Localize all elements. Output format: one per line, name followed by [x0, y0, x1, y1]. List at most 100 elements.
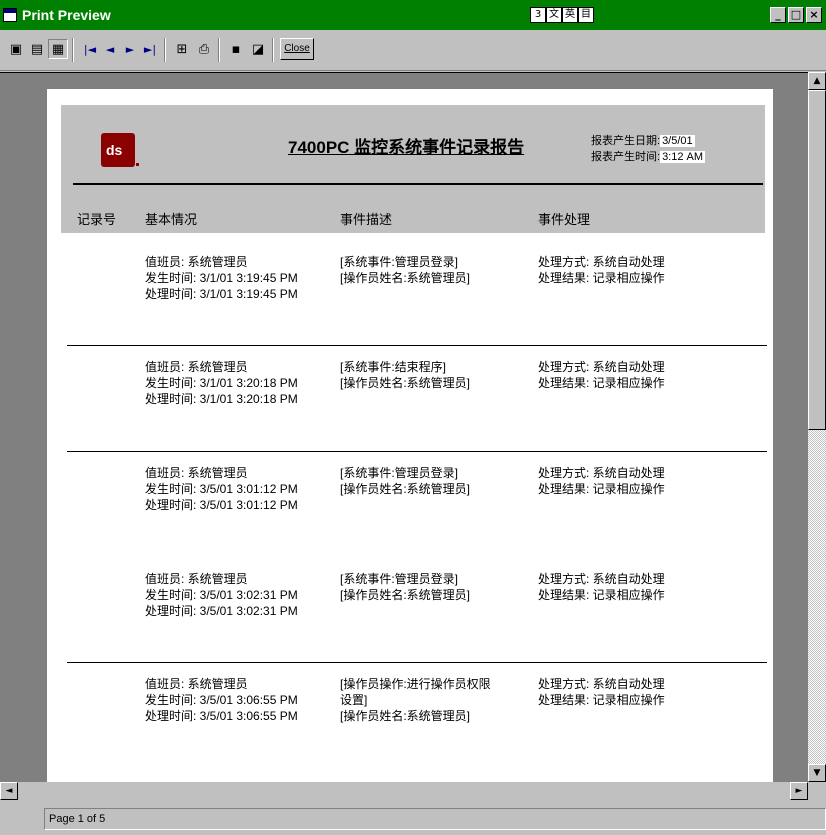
preview-area[interactable]: ds 7400PC 监控系统事件记录报告 报表产生日期: 3/5/01 报表产生时…	[0, 72, 808, 783]
close-window-button[interactable]: ×	[806, 7, 822, 23]
duty-officer: 值班员: 系统管理员	[145, 466, 248, 480]
handle-method: 处理方式: 系统自动处理	[538, 255, 665, 269]
handle-method: 处理方式: 系统自动处理	[538, 572, 665, 586]
scroll-corner	[808, 782, 826, 800]
record-handling: 处理方式: 系统自动处理 处理结果: 记录相应操作	[538, 571, 665, 603]
maximize-button[interactable]: □	[788, 7, 804, 23]
report-page: ds 7400PC 监控系统事件记录报告 报表产生日期: 3/5/01 报表产生时…	[47, 89, 773, 783]
multi-page-icon[interactable]: ▦	[48, 39, 68, 59]
toolbar-separator	[164, 38, 166, 62]
record-description: [系统事件:管理员登录] [操作员姓名:系统管理员]	[340, 571, 470, 603]
print-icon[interactable]: ⎙	[194, 39, 214, 59]
save-icon[interactable]: ▪	[226, 39, 246, 59]
close-preview-button[interactable]: Close	[280, 38, 314, 60]
two-page-icon[interactable]: ▤	[27, 39, 47, 59]
company-logo: ds	[101, 133, 135, 167]
record-basic: 值班员: 系统管理员 发生时间: 3/5/01 3:01:12 PM 处理时间:…	[145, 465, 298, 513]
record-divider	[67, 662, 767, 663]
prev-page-icon[interactable]: ◄	[100, 39, 120, 59]
col-description: 事件描述	[340, 212, 393, 227]
window-title: Print Preview	[22, 7, 111, 23]
record-description: [操作员操作:进行操作员权限 设置] [操作员姓名:系统管理员]	[340, 676, 491, 724]
ime-menu-icon[interactable]: 目	[578, 7, 594, 23]
first-page-icon[interactable]: |◄	[80, 39, 100, 59]
last-page-icon[interactable]: ►|	[140, 39, 160, 59]
operator-name: [操作员姓名:系统管理员]	[340, 482, 471, 496]
occur-time: 发生时间: 3/1/01 3:19:45 PM	[145, 271, 298, 285]
ime-indicator[interactable]: 3 文 英 目	[530, 7, 594, 23]
occur-time: 发生时间: 3/1/01 3:20:18 PM	[145, 376, 298, 390]
ime-chinese-icon[interactable]: 文	[546, 7, 562, 23]
scroll-down-button[interactable]: ▼	[808, 764, 826, 782]
record-basic: 值班员: 系统管理员 发生时间: 3/1/01 3:19:45 PM 处理时间:…	[145, 254, 298, 302]
report-time-label: 报表产生时间:	[591, 151, 661, 163]
event-desc: [操作员操作:进行操作员权限	[340, 677, 491, 691]
handle-method: 处理方式: 系统自动处理	[538, 466, 665, 480]
duty-officer: 值班员: 系统管理员	[145, 572, 248, 586]
record-handling: 处理方式: 系统自动处理 处理结果: 记录相应操作	[538, 359, 665, 391]
report-date-value: 3/5/01	[660, 135, 695, 147]
ime-english-icon[interactable]: 英	[562, 7, 578, 23]
header-rule	[73, 183, 763, 185]
report-meta: 报表产生日期: 3/5/01 报表产生时间: 3:12 AM	[591, 133, 706, 165]
toolbar-separator	[218, 38, 220, 62]
col-handling: 事件处理	[538, 212, 591, 227]
next-page-icon[interactable]: ►	[120, 39, 140, 59]
handle-time: 处理时间: 3/5/01 3:01:12 PM	[145, 498, 298, 512]
open-icon[interactable]: ◪	[248, 39, 268, 59]
title-bar: Print Preview 3 文 英 目 _ □ ×	[0, 0, 826, 30]
handle-result: 处理结果: 记录相应操作	[538, 271, 665, 285]
duty-officer: 值班员: 系统管理员	[145, 677, 248, 691]
duty-officer: 值班员: 系统管理员	[145, 255, 248, 269]
event-desc: [系统事件:管理员登录]	[340, 572, 459, 586]
window-controls: _ □ ×	[770, 7, 822, 23]
one-page-icon[interactable]: ▣	[6, 39, 26, 59]
status-bar: Page 1 of 5	[0, 800, 826, 835]
handle-time: 处理时间: 3/5/01 3:02:31 PM	[145, 604, 298, 618]
handle-time: 处理时间: 3/1/01 3:20:18 PM	[145, 392, 298, 406]
report-date-label: 报表产生日期:	[591, 135, 661, 147]
occur-time: 发生时间: 3/5/01 3:06:55 PM	[145, 693, 298, 707]
operator-name: [操作员姓名:系统管理员]	[340, 709, 471, 723]
record-handling: 处理方式: 系统自动处理 处理结果: 记录相应操作	[538, 676, 665, 708]
handle-result: 处理结果: 记录相应操作	[538, 482, 665, 496]
minimize-button[interactable]: _	[770, 7, 786, 23]
handle-method: 处理方式: 系统自动处理	[538, 677, 665, 691]
col-record-no: 记录号	[77, 212, 117, 227]
record-handling: 处理方式: 系统自动处理 处理结果: 记录相应操作	[538, 254, 665, 286]
record-basic: 值班员: 系统管理员 发生时间: 3/5/01 3:02:31 PM 处理时间:…	[145, 571, 298, 619]
vertical-scroll-thumb[interactable]	[808, 90, 826, 430]
operator-name: [操作员姓名:系统管理员]	[340, 271, 471, 285]
handle-method: 处理方式: 系统自动处理	[538, 360, 665, 374]
ime-mode-icon[interactable]: 3	[530, 7, 546, 23]
scroll-right-button[interactable]: ►	[790, 782, 808, 800]
record-divider	[67, 345, 767, 346]
scroll-up-button[interactable]: ▲	[808, 72, 826, 90]
page-indicator: Page 1 of 5	[44, 808, 826, 830]
horizontal-scrollbar[interactable]: ◄ ►	[0, 782, 808, 800]
record-description: [系统事件:结束程序] [操作员姓名:系统管理员]	[340, 359, 470, 391]
logo-mark	[136, 163, 139, 166]
col-basic: 基本情况	[145, 212, 198, 227]
handle-result: 处理结果: 记录相应操作	[538, 588, 665, 602]
record-divider	[67, 451, 767, 452]
logo-text: ds	[106, 142, 123, 158]
event-desc: [系统事件:结束程序]	[340, 360, 447, 374]
duty-officer: 值班员: 系统管理员	[145, 360, 248, 374]
handle-time: 处理时间: 3/1/01 3:19:45 PM	[145, 287, 298, 301]
report-title: 7400PC 监控系统事件记录报告	[288, 138, 525, 157]
toolbar-separator	[272, 38, 274, 62]
occur-time: 发生时间: 3/5/01 3:02:31 PM	[145, 588, 298, 602]
toolbar-separator	[72, 38, 74, 62]
occur-time: 发生时间: 3/5/01 3:01:12 PM	[145, 482, 298, 496]
operator-name: [操作员姓名:系统管理员]	[340, 588, 471, 602]
report-time-value: 3:12 AM	[660, 151, 706, 163]
vertical-scrollbar[interactable]: ▲ ▼	[808, 72, 826, 782]
scroll-left-button[interactable]: ◄	[0, 782, 18, 800]
record-description: [系统事件:管理员登录] [操作员姓名:系统管理员]	[340, 254, 470, 286]
operator-name: [操作员姓名:系统管理员]	[340, 376, 471, 390]
window-icon[interactable]	[3, 8, 17, 22]
zoom-icon[interactable]: ⊞	[172, 39, 192, 59]
record-basic: 值班员: 系统管理员 发生时间: 3/5/01 3:06:55 PM 处理时间:…	[145, 676, 298, 724]
record-basic: 值班员: 系统管理员 发生时间: 3/1/01 3:20:18 PM 处理时间:…	[145, 359, 298, 407]
